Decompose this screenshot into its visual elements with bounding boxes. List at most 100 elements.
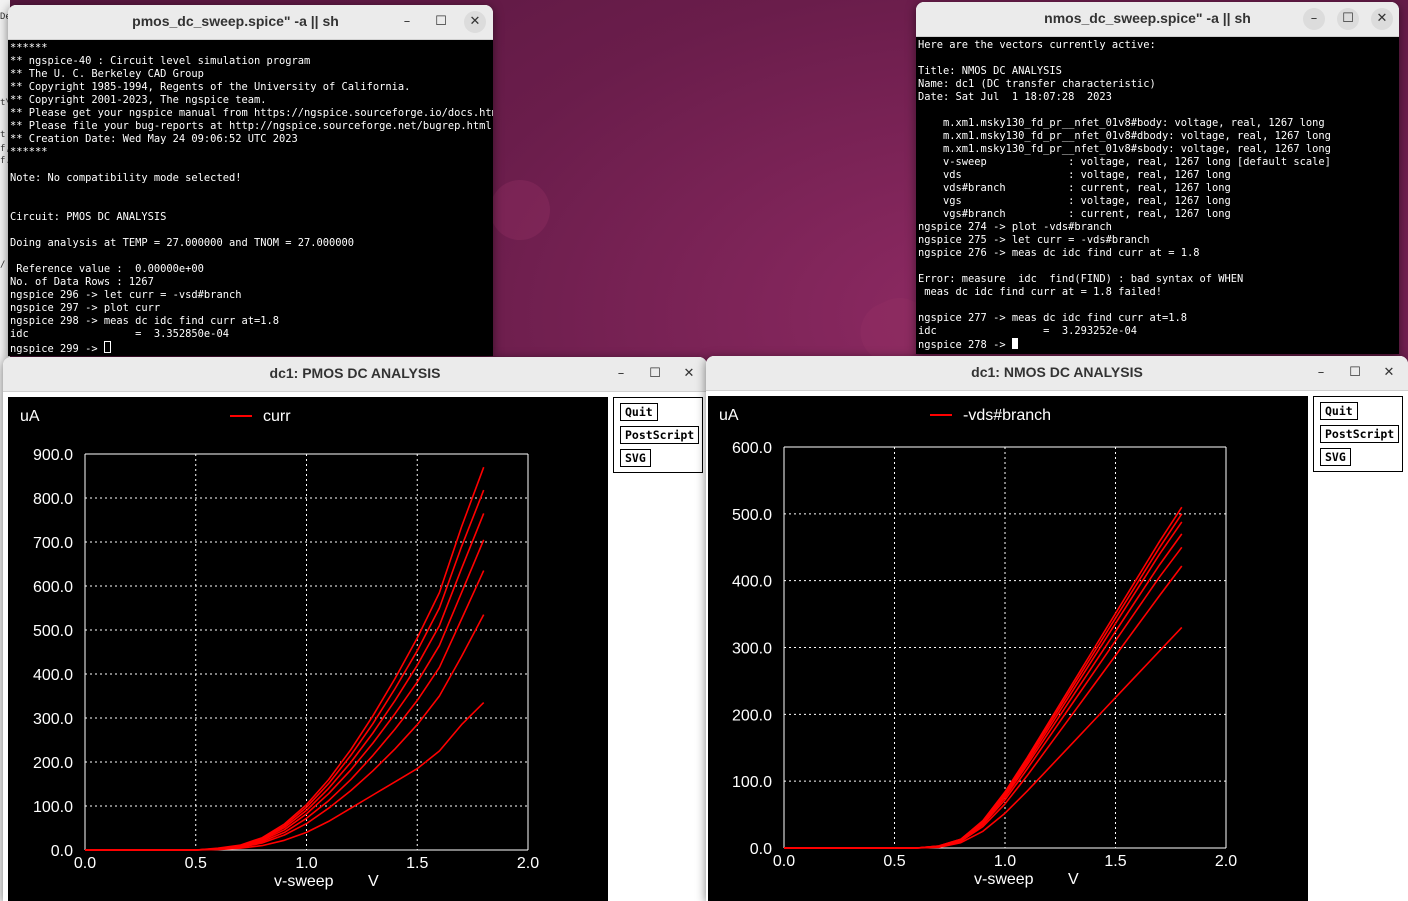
- quit-button[interactable]: Quit: [1320, 402, 1358, 420]
- maximize-button[interactable]: ☐: [1337, 8, 1359, 30]
- series-line-3: [85, 539, 485, 851]
- legend-label: -vds#branch: [963, 407, 1051, 424]
- nmos-terminal-window: nmos_dc_sweep.spice" -a || sh – ☐ ✕ Here…: [916, 2, 1399, 354]
- cursor: [1011, 338, 1018, 349]
- close-button[interactable]: ✕: [1378, 362, 1400, 384]
- terminal-line: Date: Sat Jul 1 18:07:28 2023: [918, 91, 1112, 103]
- terminal-line: Reference value : 0.00000e+00: [10, 263, 204, 275]
- legend-label: curr: [263, 408, 291, 425]
- edge-text: /: [0, 260, 6, 270]
- terminal-line: Name: dc1 (DC transfer characteristic): [918, 78, 1156, 90]
- titlebar[interactable]: dc1: NMOS DC ANALYSIS – ☐ ✕: [706, 356, 1408, 391]
- y-tick-label: 0.0: [51, 843, 73, 860]
- plot-button-panel: Quit PostScript SVG: [1313, 396, 1403, 472]
- nmos-plot-window: dc1: NMOS DC ANALYSIS – ☐ ✕ uA -vds#branc…: [706, 356, 1408, 901]
- svg-button[interactable]: SVG: [1320, 448, 1351, 466]
- terminal-output[interactable]: Here are the vectors currently active: Ti…: [916, 37, 1399, 354]
- y-tick-label: 200.0: [732, 707, 772, 724]
- terminal-line: ** Copyright 2001-2023, The ngspice team…: [10, 94, 267, 106]
- terminal-line: ** Copyright 1985-1994, Regents of the U…: [10, 81, 411, 93]
- close-button[interactable]: ✕: [678, 363, 700, 385]
- pmos-terminal-window: pmos_dc_sweep.spice" -a || sh – ☐ ✕ ****…: [8, 5, 493, 356]
- minimize-button[interactable]: –: [1310, 362, 1332, 384]
- terminal-line: ** ngspice-40 : Circuit level simulation…: [10, 55, 311, 67]
- terminal-line: m.xm1.msky130_fd_pr__nfet_01v8#body: vol…: [918, 117, 1325, 129]
- terminal-line: ** Creation Date: Wed May 24 09:06:52 UT…: [10, 133, 298, 145]
- postscript-button[interactable]: PostScript: [1320, 425, 1400, 443]
- x-axis-unit: V: [368, 873, 379, 890]
- titlebar[interactable]: dc1: PMOS DC ANALYSIS – ☐ ✕: [3, 357, 707, 392]
- svg-button[interactable]: SVG: [620, 449, 651, 467]
- terminal-line: idc = 3.293252e-04: [918, 325, 1137, 337]
- nmos-chart: uA -vds#branch 0.0 0.5 1.0 1.5 2.0 0.0 100.0 200.…: [719, 407, 1237, 888]
- maximize-button[interactable]: ☐: [430, 11, 452, 33]
- series-line-1: [85, 614, 485, 851]
- x-tick-label: 0.5: [883, 853, 905, 870]
- terminal-line: No. of Data Rows : 1267: [10, 276, 154, 288]
- y-axis-label: uA: [719, 407, 739, 424]
- x-axis-label: v-sweep: [974, 871, 1034, 888]
- series-line-4: [784, 521, 1183, 849]
- terminal-line: ******: [10, 146, 48, 158]
- x-tick-label: 1.5: [1104, 853, 1126, 870]
- minimize-button[interactable]: –: [396, 11, 418, 33]
- titlebar[interactable]: pmos_dc_sweep.spice" -a || sh – ☐ ✕: [8, 5, 493, 40]
- y-tick-label: 100.0: [33, 799, 73, 816]
- maximize-button[interactable]: ☐: [1344, 362, 1366, 384]
- postscript-button[interactable]: PostScript: [620, 426, 700, 444]
- y-tick-label: 400.0: [33, 667, 73, 684]
- maximize-button[interactable]: ☐: [644, 363, 666, 385]
- cursor: [103, 341, 111, 353]
- x-tick-label: 2.0: [517, 855, 539, 872]
- x-tick-label: 1.5: [406, 855, 428, 872]
- x-tick-label: 0.0: [74, 855, 96, 872]
- y-tick-label: 600.0: [732, 440, 772, 457]
- x-axis-label: v-sweep: [274, 873, 334, 890]
- close-button[interactable]: ✕: [1371, 8, 1393, 30]
- terminal-line: ngspice 298 -> meas dc idc find curr at=…: [10, 315, 279, 327]
- minimize-button[interactable]: –: [1303, 8, 1325, 30]
- terminal-line: ngspice 296 -> let curr = -vsd#branch: [10, 289, 242, 301]
- plot-area[interactable]: uA curr 0.0 0.5 1.0 1.5 2.0 0.0 100.0 200.0 300.0 4…: [8, 397, 608, 901]
- prompt: ngspice 278 ->: [918, 339, 1012, 351]
- terminal-line: vds : voltage, real, 1267 long: [918, 169, 1231, 181]
- series-line-0: [784, 626, 1183, 849]
- y-tick-label: 100.0: [732, 774, 772, 791]
- terminal-line: vgs#branch : current, real, 1267 long: [918, 208, 1231, 220]
- plot-area[interactable]: uA -vds#branch 0.0 0.5 1.0 1.5 2.0 0.0 100.0 200.…: [708, 396, 1308, 901]
- titlebar[interactable]: nmos_dc_sweep.spice" -a || sh – ☐ ✕: [916, 2, 1399, 37]
- quit-button[interactable]: Quit: [620, 403, 658, 421]
- y-tick-label: 300.0: [33, 711, 73, 728]
- terminal-line: Doing analysis at TEMP = 27.000000 and T…: [10, 237, 355, 249]
- close-button[interactable]: ✕: [464, 11, 486, 33]
- x-tick-label: 0.5: [185, 855, 207, 872]
- x-tick-label: 0.0: [773, 853, 795, 870]
- minimize-button[interactable]: –: [610, 363, 632, 385]
- y-tick-label: 700.0: [33, 535, 73, 552]
- terminal-output[interactable]: ****** ** ngspice-40 : Circuit level simu…: [8, 40, 493, 356]
- edge-text: t: [0, 130, 6, 140]
- terminal-line: ** Please get your ngspice manual from h…: [10, 107, 493, 119]
- window-title: pmos_dc_sweep.spice" -a || sh: [132, 13, 339, 29]
- y-tick-label: 800.0: [33, 491, 73, 508]
- terminal-line: Error: measure idc find(FIND) : bad synt…: [918, 273, 1244, 285]
- terminal-line: ngspice 297 -> plot curr: [10, 302, 161, 314]
- pmos-plot-window: dc1: PMOS DC ANALYSIS – ☐ ✕ uA curr 0.0 0.5…: [3, 357, 707, 901]
- series-line-6: [784, 506, 1183, 849]
- x-tick-label: 1.0: [994, 853, 1016, 870]
- y-tick-label: 400.0: [732, 574, 772, 591]
- y-tick-label: 500.0: [33, 623, 73, 640]
- terminal-line: Here are the vectors currently active:: [918, 39, 1156, 51]
- terminal-line: ** Please file your bug-reports at http:…: [10, 120, 492, 132]
- terminal-line: v-sweep : voltage, real, 1267 long [defa…: [918, 156, 1331, 168]
- y-tick-label: 900.0: [33, 447, 73, 464]
- terminal-line: ** The U. C. Berkeley CAD Group: [10, 68, 204, 80]
- series-line-5: [784, 513, 1183, 849]
